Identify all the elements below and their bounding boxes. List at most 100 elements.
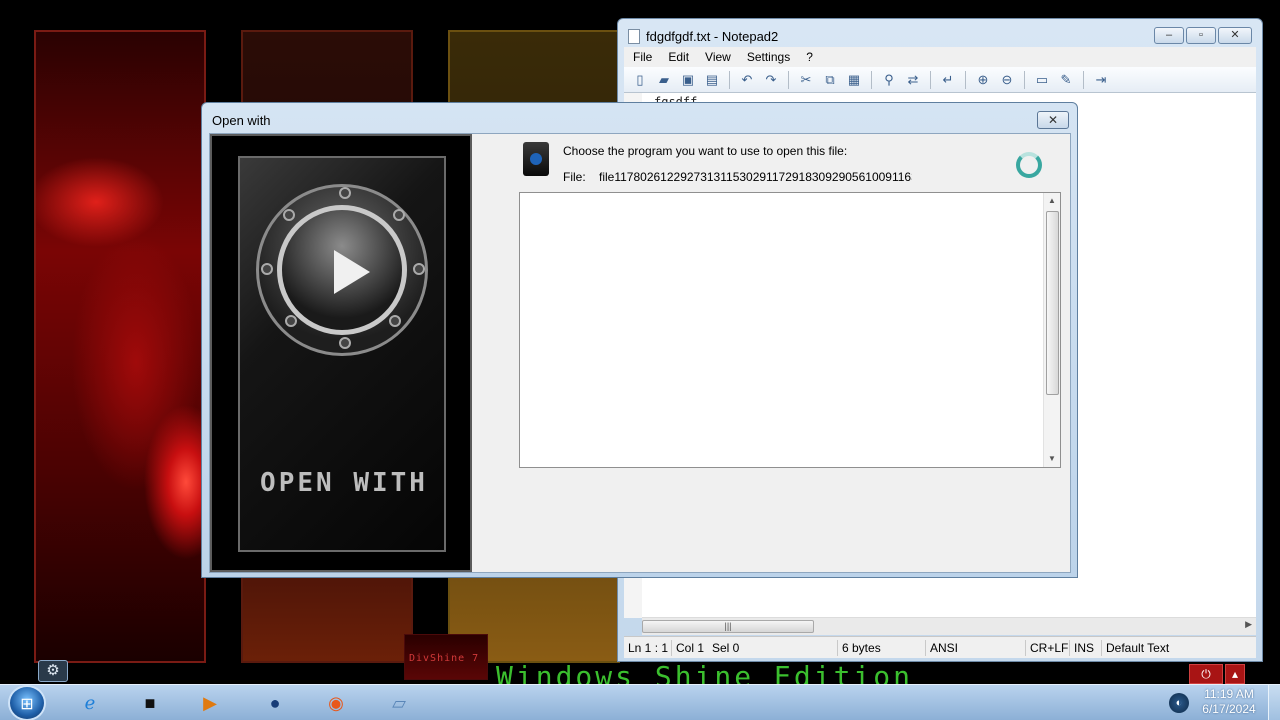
- browse-icon[interactable]: ▣: [678, 71, 698, 89]
- bolt-icon: [339, 337, 351, 349]
- desktop-tray-tiles: ⏻ ▴: [1189, 664, 1245, 684]
- word-wrap-icon[interactable]: ↵: [938, 71, 958, 89]
- notepad-app-icon[interactable]: ▱: [381, 687, 417, 719]
- toolbar-separator: [965, 70, 966, 89]
- menu-file[interactable]: File: [626, 47, 659, 67]
- status-position: Ln 1 : 1: [624, 639, 672, 656]
- notepad-doc-icon: [628, 28, 640, 44]
- scroll-down-icon[interactable]: ▼: [1044, 451, 1060, 467]
- dialog-close-button[interactable]: ✕: [1037, 111, 1069, 129]
- toolbar-separator: [788, 70, 789, 89]
- status-column: Col 1: [676, 640, 705, 655]
- notepad-titlebar: fdgdfgdf.txt - Notepad2: [628, 27, 778, 45]
- toolbar-separator: [1083, 70, 1084, 89]
- menu-settings[interactable]: Settings: [740, 47, 797, 67]
- windows-logo-icon: ⊞: [20, 696, 34, 713]
- internet-explorer-icon[interactable]: ℯ: [72, 687, 108, 719]
- program-icon: [523, 142, 549, 176]
- status-encoding: ANSI: [926, 639, 1026, 656]
- scheme-icon[interactable]: ▭: [1032, 71, 1052, 89]
- banner-frame: OPEN WITH: [238, 156, 446, 552]
- toolbar-separator: [871, 70, 872, 89]
- scroll-up-icon[interactable]: ▲: [1044, 193, 1060, 209]
- menu-view[interactable]: View: [698, 47, 738, 67]
- show-desktop-button[interactable]: [1268, 685, 1280, 720]
- notepad-horizontal-scrollbar[interactable]: ||| ▶: [642, 617, 1256, 635]
- redo-icon[interactable]: ↷: [761, 71, 781, 89]
- dialog-title: Open with: [212, 113, 271, 128]
- gadget-icon[interactable]: ⚙: [38, 660, 68, 682]
- file-name: file117802612292731311530291172918309290…: [599, 170, 912, 184]
- new-file-icon[interactable]: ▯: [630, 71, 650, 89]
- media-center-icon[interactable]: ■: [132, 687, 168, 719]
- arrow-up-icon[interactable]: ▴: [1225, 664, 1245, 684]
- notepad-toolbar: ▯ ▰ ▣ ▤ ↶ ↷ ✂ ⧉ ▦ ⚲ ⇄ ↵ ⊕ ⊖ ▭ ✎ ⇥: [624, 67, 1256, 93]
- bolt-icon: [261, 263, 273, 275]
- taskbar: ⊞ ℯ ■ ▶ ● ◉ ▱ ◐ 11:19 AM 6/17/2024: [0, 684, 1280, 720]
- play-ring: [277, 205, 407, 335]
- menu-edit[interactable]: Edit: [661, 47, 696, 67]
- bolt-icon: [393, 209, 405, 221]
- bolt-icon: [339, 187, 351, 199]
- scroll-right-icon[interactable]: ▶: [1245, 619, 1252, 630]
- brand-tile-label: DivShine 7: [409, 653, 480, 664]
- toolbar-separator: [930, 70, 931, 89]
- paste-icon[interactable]: ▦: [844, 71, 864, 89]
- status-scheme: Default Text: [1106, 640, 1170, 655]
- save-icon[interactable]: ▤: [702, 71, 722, 89]
- open-folder-icon[interactable]: ▰: [654, 71, 674, 89]
- toolbar-separator: [729, 70, 730, 89]
- network-tray-icon[interactable]: ◐: [1169, 693, 1189, 713]
- notepad-title: fdgdfgdf.txt - Notepad2: [646, 28, 779, 44]
- close-button[interactable]: ✕: [1218, 27, 1252, 44]
- toolbar-separator: [1024, 70, 1025, 89]
- dialog-body: OPEN WITH Choose the program you want to…: [209, 133, 1071, 573]
- power-icon[interactable]: ⏻: [1189, 664, 1223, 684]
- notepad-menubar: File Edit View Settings ?: [624, 47, 1256, 67]
- notepad-window-buttons: – ▫ ✕: [1154, 27, 1252, 44]
- zoom-out-icon[interactable]: ⊖: [997, 71, 1017, 89]
- globe-icon[interactable]: ●: [257, 687, 293, 719]
- open-with-banner: OPEN WITH: [210, 134, 472, 572]
- notepad-statusbar: Ln 1 : 1 Col 1 Sel 0 6 bytes ANSI CR+LF …: [624, 636, 1256, 658]
- bolt-icon: [413, 263, 425, 275]
- bolt-icon: [285, 315, 297, 327]
- clock-date: 6/17/2024: [1202, 702, 1256, 716]
- bolt-icon: [389, 315, 401, 327]
- open-with-dialog: Open with ✕ OPEN WITH Choose the program…: [201, 102, 1078, 578]
- file-label: File:: [563, 170, 586, 184]
- wallpaper-panel-red: [34, 30, 206, 663]
- status-size: 6 bytes: [838, 639, 926, 656]
- status-line-endings: CR+LF: [1026, 639, 1070, 656]
- copy-icon[interactable]: ⧉: [820, 71, 840, 89]
- maximize-button[interactable]: ▫: [1186, 27, 1216, 44]
- vscroll-thumb[interactable]: [1046, 211, 1059, 395]
- hscroll-thumb[interactable]: |||: [642, 620, 814, 633]
- find-icon[interactable]: ⚲: [879, 71, 899, 89]
- replace-icon[interactable]: ⇄: [903, 71, 923, 89]
- status-mode: INS: [1070, 639, 1102, 656]
- play-button-art: [256, 184, 428, 356]
- menu-help[interactable]: ?: [799, 47, 820, 67]
- loading-spinner-icon: [1016, 152, 1042, 178]
- bolt-icon: [283, 209, 295, 221]
- program-list-scrollbar[interactable]: ▲ ▼: [1043, 193, 1060, 467]
- status-selection: Sel 0: [708, 639, 838, 656]
- brand-tile: DivShine 7: [404, 634, 488, 680]
- minimize-button[interactable]: –: [1154, 27, 1184, 44]
- start-button[interactable]: ⊞: [8, 685, 46, 720]
- firefox-icon[interactable]: ◉: [318, 687, 354, 719]
- zoom-in-icon[interactable]: ⊕: [973, 71, 993, 89]
- exit-icon[interactable]: ⇥: [1091, 71, 1111, 89]
- cut-icon[interactable]: ✂: [796, 71, 816, 89]
- dialog-prompt: Choose the program you want to use to op…: [563, 144, 848, 158]
- edition-text: Windows Shine Edition: [496, 660, 914, 684]
- customize-icon[interactable]: ✎: [1056, 71, 1076, 89]
- media-player-icon[interactable]: ▶: [192, 687, 228, 719]
- clock-time: 11:19 AM: [1204, 687, 1254, 701]
- play-icon: [334, 250, 370, 294]
- program-list[interactable]: ▲ ▼: [519, 192, 1061, 468]
- banner-text: OPEN WITH: [260, 468, 428, 498]
- clock[interactable]: 11:19 AM 6/17/2024: [1196, 687, 1262, 717]
- undo-icon[interactable]: ↶: [737, 71, 757, 89]
